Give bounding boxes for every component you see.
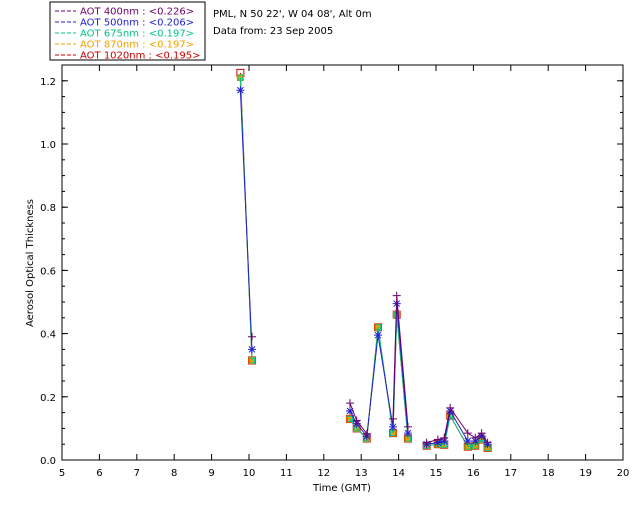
x-axis-title: Time (GMT) [312, 483, 371, 494]
x-tick-label: 17 [504, 468, 517, 479]
series-line [239, 90, 489, 445]
data-point [463, 437, 472, 446]
y-axis-title: Aerosol Optical Thickness [25, 199, 36, 327]
series-line [239, 77, 489, 449]
y-tick-label: 0.4 [40, 330, 56, 341]
x-tick-label: 11 [280, 468, 293, 479]
y-tick-label: 0.6 [40, 266, 56, 277]
y-tick-label: 1.2 [40, 77, 56, 88]
x-tick-label: 10 [243, 468, 256, 479]
data-point [345, 399, 354, 408]
series-2 [237, 74, 491, 451]
series-4 [236, 68, 492, 452]
x-tick-label: 13 [355, 468, 368, 479]
data-point [403, 422, 412, 431]
legend-label: AOT 675nm : <0.197> [80, 29, 194, 40]
y-tick-label: 0.8 [40, 203, 56, 214]
data-point [247, 332, 256, 341]
legend-label: AOT 400nm : <0.226> [80, 7, 194, 18]
series-line [239, 77, 489, 449]
data-point [374, 331, 383, 340]
legend-label: AOT 500nm : <0.206> [80, 18, 194, 29]
x-tick-label: 19 [579, 468, 592, 479]
x-tick-label: 7 [134, 468, 140, 479]
date-info: Data from: 23 Sep 2005 [213, 26, 333, 37]
data-point [236, 86, 245, 95]
data-point [388, 422, 397, 431]
x-tick-label: 12 [317, 468, 330, 479]
x-tick-label: 16 [467, 468, 480, 479]
series-line [349, 295, 489, 444]
series-line [239, 72, 489, 449]
data-point [392, 291, 401, 300]
legend: AOT 400nm : <0.226>AOT 500nm : <0.206>AO… [49, 1, 206, 62]
x-tick-label: 15 [430, 468, 443, 479]
x-tick-label: 18 [542, 468, 555, 479]
y-tick-label: 0.2 [40, 393, 56, 404]
x-tick-label: 14 [392, 468, 405, 479]
aot-chart: AOT 400nm : <0.226>AOT 500nm : <0.206>AO… [25, 1, 630, 494]
series-3 [236, 74, 492, 452]
series-1 [236, 86, 492, 449]
data-point [247, 345, 256, 354]
x-tick-label: 5 [59, 468, 65, 479]
y-tick-label: 0.0 [40, 456, 56, 467]
x-tick-label: 20 [617, 468, 630, 479]
legend-label: AOT 1020nm : <0.195> [80, 51, 200, 62]
plot-area [61, 64, 624, 461]
x-tick-label: 6 [96, 468, 102, 479]
y-tick-label: 1.0 [40, 140, 56, 151]
location-info: PML, N 50 22', W 04 08', Alt 0m [213, 9, 372, 20]
x-tick-label: 8 [171, 468, 177, 479]
legend-label: AOT 870nm : <0.197> [80, 40, 194, 51]
x-tick-label: 9 [208, 468, 214, 479]
